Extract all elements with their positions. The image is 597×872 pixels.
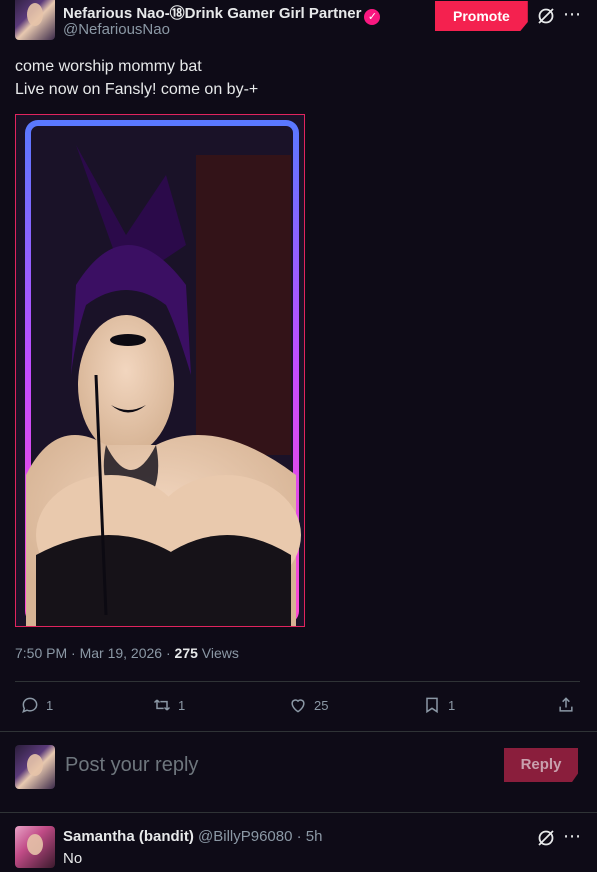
like-action[interactable]: 25: [288, 695, 328, 715]
divider-middle: [0, 731, 597, 732]
bookmark-count: 1: [448, 697, 456, 713]
reply-author-name[interactable]: Samantha (bandit): [63, 828, 194, 845]
views-count: 275: [174, 645, 198, 661]
divider-bottom: [0, 812, 597, 813]
tweet-text: come worship mommy bat Live now on Fansl…: [15, 55, 575, 101]
reply-author-avatar[interactable]: [15, 826, 55, 868]
retweet-count: 1: [178, 697, 186, 713]
bookmark-action[interactable]: 1: [422, 695, 455, 715]
reply-more-icon[interactable]: ⋯: [562, 826, 582, 847]
grok-icon[interactable]: [536, 6, 556, 26]
reply-time[interactable]: · 5h: [292, 828, 323, 845]
like-count: 25: [314, 697, 329, 713]
composer-avatar[interactable]: [15, 745, 55, 789]
promote-button[interactable]: Promote: [435, 1, 528, 31]
reply-grok-icon[interactable]: [536, 828, 556, 848]
reply-action[interactable]: 1: [20, 695, 53, 715]
retweet-icon: [153, 699, 171, 711]
bookmark-icon: [426, 697, 438, 714]
reply-count: 1: [46, 697, 54, 713]
reply-input[interactable]: Post your reply: [65, 754, 198, 777]
author-avatar[interactable]: [15, 0, 55, 40]
author-handle[interactable]: @NefariousNao: [63, 21, 170, 38]
divider-top: [15, 681, 580, 682]
share-action[interactable]: [556, 695, 576, 715]
tweet-text-line-1: come worship mommy bat: [15, 58, 202, 75]
more-options-icon[interactable]: ⋯: [562, 4, 582, 25]
tweet-text-line-2: Live now on Fansly! come on by-+: [15, 81, 259, 98]
media-image: [16, 115, 304, 626]
views-label: Views: [197, 645, 239, 661]
reply-author-handle[interactable]: @BillyP96080: [198, 828, 292, 845]
author-name[interactable]: Nefarious Nao-⑱Drink Gamer Girl Partner: [63, 5, 361, 22]
tweet-meta: 7:50 PM · Mar 19, 2026 · 275 Views: [15, 645, 239, 661]
check-badge-icon: ✓: [364, 9, 381, 25]
retweet-action[interactable]: 1: [152, 695, 185, 715]
reply-text: No: [63, 850, 83, 867]
tweet-timestamp[interactable]: 7:50 PM · Mar 19, 2026 ·: [15, 645, 175, 661]
reply-button[interactable]: Reply: [504, 748, 578, 782]
share-icon: [559, 697, 573, 712]
reply-header: Samantha (bandit) @BillyP96080 · 5h: [63, 828, 322, 845]
reply-icon: [22, 697, 38, 713]
heart-icon: [291, 699, 305, 713]
tweet-media[interactable]: [15, 114, 305, 627]
